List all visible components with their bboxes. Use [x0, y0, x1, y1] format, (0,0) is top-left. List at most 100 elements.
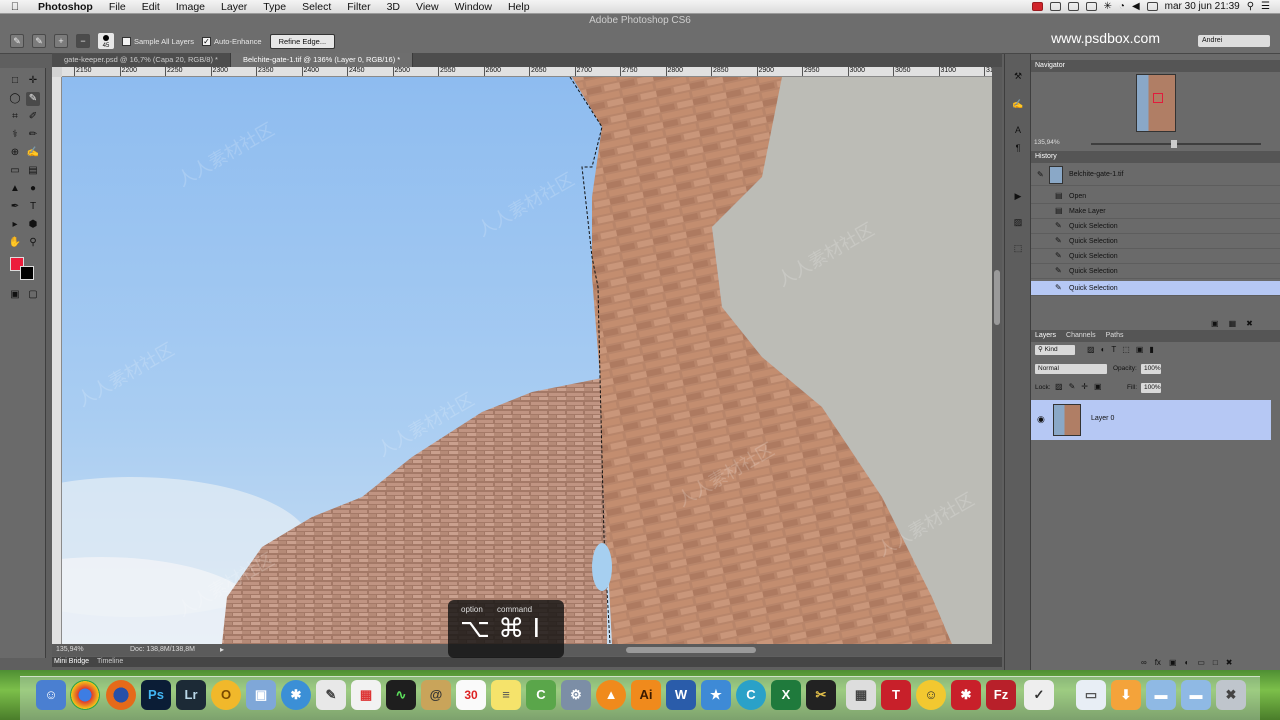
opacity-field[interactable]: 100%	[1141, 364, 1161, 374]
history-item[interactable]: ✎ Quick Selection	[1031, 264, 1280, 279]
actions-panel-icon[interactable]: ▶	[1012, 190, 1024, 202]
path-selection-icon[interactable]: ▸	[8, 218, 22, 232]
menu-view[interactable]: View	[408, 1, 447, 13]
quick-selection-preset-icon[interactable]: ✎	[10, 34, 24, 48]
quick-mask-icon[interactable]: ▣	[8, 288, 22, 302]
navigator-zoom[interactable]: 135,94%	[1034, 139, 1060, 146]
excel-icon[interactable]: X	[771, 680, 801, 710]
snapshot-camera-icon[interactable]: ▦	[1229, 319, 1237, 328]
lock-all-icon[interactable]: ▣	[1094, 382, 1102, 391]
firefox-icon[interactable]	[106, 680, 136, 710]
menu-3d[interactable]: 3D	[379, 1, 408, 13]
lock-position-icon[interactable]: ✛	[1081, 382, 1088, 391]
zoom-tool-icon[interactable]: ⚲	[26, 236, 40, 250]
document-icon[interactable]: ▭	[1076, 680, 1106, 710]
wifi-icon[interactable]: ◔	[1119, 1, 1125, 12]
launchpad-icon[interactable]: ▦	[351, 680, 381, 710]
tab-layers[interactable]: Layers	[1035, 330, 1056, 342]
app-icon[interactable]: O	[211, 680, 241, 710]
hand-tool-icon[interactable]: ✋	[8, 236, 22, 250]
horizontal-ruler[interactable]: 2150 2200 2250 2300 2350 2400 2450 2500 2550 2600…	[62, 67, 998, 77]
adjustments-icon[interactable]: ▨	[1012, 216, 1024, 228]
new-layer-icon[interactable]: □	[1213, 658, 1218, 667]
tab-history[interactable]: History	[1035, 151, 1057, 163]
gradient-tool-icon[interactable]: ▤	[26, 164, 40, 178]
marquee-tool-icon[interactable]: □	[8, 74, 22, 88]
brush-size-picker[interactable]: 45	[98, 33, 114, 49]
textedit-icon[interactable]: ✎	[316, 680, 346, 710]
tray-icon[interactable]	[1049, 2, 1061, 11]
vlc-icon[interactable]: ▲	[596, 680, 626, 710]
tray-icon[interactable]	[1067, 2, 1079, 11]
paragraph-panel-icon[interactable]: ¶	[1012, 142, 1024, 154]
clone-stamp-icon[interactable]: ⊕	[8, 146, 22, 160]
new-selection-icon[interactable]: ✎	[32, 34, 46, 48]
photo-canvas[interactable]: 人人素材社区 人人素材社区 人人素材社区 人人素材社区 人人素材社区 人人素材社…	[62, 77, 992, 644]
refine-edge-button[interactable]: Refine Edge...	[269, 33, 336, 49]
checkbox-box[interactable]	[122, 36, 131, 46]
volume-icon[interactable]: ◀	[1132, 1, 1140, 12]
adjustment-filter-icon[interactable]: ◐	[1101, 345, 1106, 354]
app-menu[interactable]: Photoshop	[30, 1, 101, 13]
menu-image[interactable]: Image	[168, 1, 213, 13]
quick-selection-tool-icon[interactable]: ✎	[26, 92, 40, 106]
tool-presets-icon[interactable]: ⚒	[1012, 70, 1024, 82]
sample-all-layers-checkbox[interactable]: Sample All Layers	[122, 36, 194, 46]
app-icon[interactable]: ✱	[951, 680, 981, 710]
history-brush-icon[interactable]: ✍	[26, 146, 40, 160]
visibility-eye-icon[interactable]: ◉	[1037, 414, 1045, 425]
app-icon[interactable]: C	[736, 680, 766, 710]
status-menu-arrow-icon[interactable]: ▸	[220, 645, 224, 654]
link-layers-icon[interactable]: ∞	[1141, 658, 1147, 667]
lock-pixels-icon[interactable]: ✎	[1069, 382, 1076, 391]
add-to-selection-icon[interactable]: +	[54, 34, 68, 48]
folder-icon[interactable]: ▬	[1181, 680, 1211, 710]
dodge-tool-icon[interactable]: ●	[26, 182, 40, 196]
filezilla-icon[interactable]: Fz	[986, 680, 1016, 710]
adjustment-layer-icon[interactable]: ◐	[1185, 658, 1190, 667]
menu-file[interactable]: File	[101, 1, 134, 13]
horizontal-scroll-thumb[interactable]	[626, 647, 756, 653]
final-cut-icon[interactable]: ✂	[806, 680, 836, 710]
navigator-thumbnail[interactable]	[1136, 74, 1176, 132]
finder-icon[interactable]: ☺	[36, 680, 66, 710]
type-filter-icon[interactable]: T	[1111, 345, 1116, 354]
history-item[interactable]: ▤ Make Layer	[1031, 204, 1280, 219]
layer-style-icon[interactable]: fx	[1155, 658, 1161, 667]
apple-menu-icon[interactable]: 	[0, 1, 30, 13]
menu-edit[interactable]: Edit	[134, 1, 168, 13]
folder-icon[interactable]: ▬	[1146, 680, 1176, 710]
app-icon[interactable]: ✓	[1024, 680, 1054, 710]
shape-filter-icon[interactable]: ⬚	[1122, 345, 1130, 354]
blend-mode-select[interactable]: Normal	[1035, 364, 1107, 374]
menu-help[interactable]: Help	[500, 1, 538, 13]
tab-mini-bridge[interactable]: Mini Bridge	[54, 657, 89, 667]
blur-tool-icon[interactable]: ▲	[8, 182, 22, 196]
stickies-icon[interactable]: ≡	[491, 680, 521, 710]
menu-filter[interactable]: Filter	[339, 1, 378, 13]
notification-center-icon[interactable]: ☰	[1261, 1, 1270, 12]
eyedropper-tool-icon[interactable]: ✐	[26, 110, 40, 124]
eraser-tool-icon[interactable]: ▭	[8, 164, 22, 178]
doc-size[interactable]: Doc: 138,8M/138,8M	[130, 646, 195, 653]
vertical-scroll-thumb[interactable]	[994, 270, 1000, 325]
calendar-icon[interactable]: 30	[456, 680, 486, 710]
healing-brush-icon[interactable]: ⚕	[8, 128, 22, 142]
lock-transparent-icon[interactable]: ▨	[1055, 382, 1063, 391]
trash-icon[interactable]: ✖	[1216, 680, 1246, 710]
bluetooth-icon[interactable]: ✳	[1104, 1, 1112, 12]
fill-field[interactable]: 100%	[1141, 383, 1161, 393]
navigator-zoom-thumb[interactable]	[1171, 140, 1177, 148]
menu-type[interactable]: Type	[255, 1, 294, 13]
type-tool-icon[interactable]: T	[26, 200, 40, 214]
photoshop-icon[interactable]: Ps	[141, 680, 171, 710]
layer-filter-select[interactable]: ⚲ Kind	[1035, 345, 1075, 355]
calculator-icon[interactable]: ▦	[846, 680, 876, 710]
workspace-select[interactable]: Andrei	[1198, 35, 1270, 47]
illustrator-icon[interactable]: Ai	[631, 680, 661, 710]
word-icon[interactable]: W	[666, 680, 696, 710]
brush-tool-icon[interactable]: ✏	[26, 128, 40, 142]
chrome-icon[interactable]	[70, 680, 100, 710]
subtract-from-selection-icon[interactable]: −	[76, 34, 90, 48]
tab-timeline[interactable]: Timeline	[97, 657, 123, 667]
